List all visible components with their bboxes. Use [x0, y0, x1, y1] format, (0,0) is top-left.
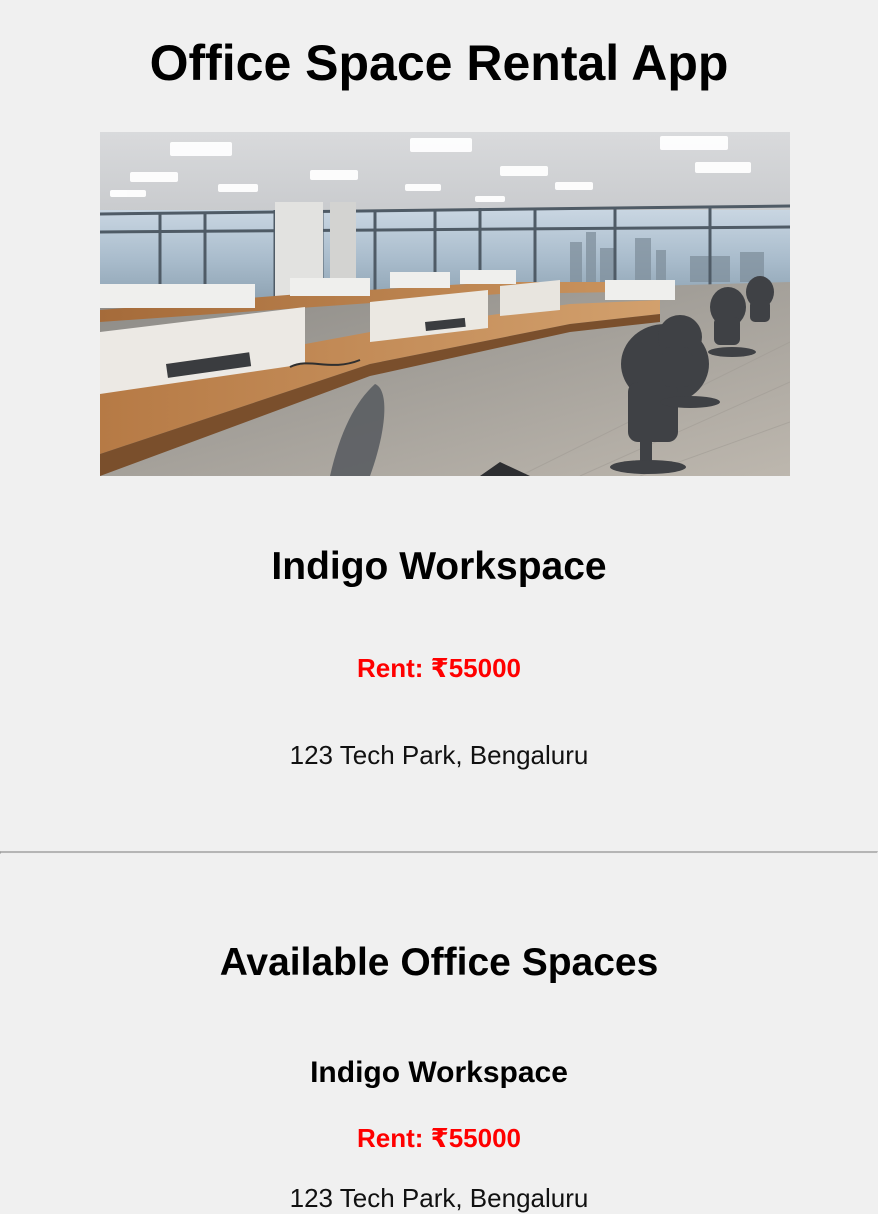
app-title: Office Space Rental App	[149, 35, 729, 91]
featured-office-rent: Rent: ₹55000	[356, 653, 522, 683]
featured-office-name: Indigo Workspace	[271, 545, 607, 588]
list-item-address: 123 Tech Park, Bengaluru	[289, 1183, 589, 1213]
featured-office-address: 123 Tech Park, Bengaluru	[289, 740, 589, 770]
office-photo	[100, 132, 790, 476]
page: Office Space Rental App Indigo Workspace…	[0, 0, 878, 1214]
list-item-name: Indigo Workspace	[310, 1056, 568, 1089]
office-image	[100, 132, 790, 476]
section-divider	[0, 851, 878, 854]
list-item-rent: Rent: ₹55000	[356, 1123, 522, 1153]
available-spaces-heading: Available Office Spaces	[219, 941, 659, 984]
